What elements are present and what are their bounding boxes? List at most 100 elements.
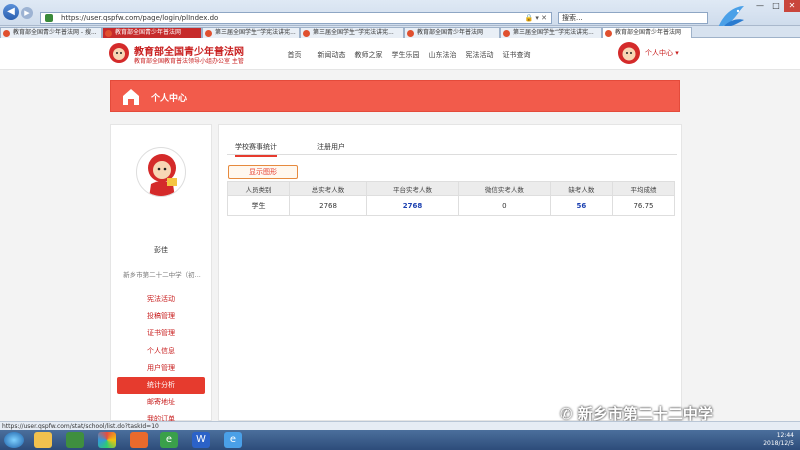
sidebar-item-users[interactable]: 用户管理 [111,360,211,377]
forward-arrow-icon[interactable]: ▶ [21,7,33,19]
tab-label: 第三届全国学生“学宪法讲宪... [313,29,394,36]
browser-tab[interactable]: 第三届全国学生“学宪法讲宪... [300,27,404,38]
sidebar-item-submissions[interactable]: 投稿管理 [111,308,211,325]
word-icon[interactable]: W [192,432,210,448]
refresh-icon[interactable]: 🔒 ▾ ✕ [524,13,547,23]
site-viewport: 教育部全国青少年普法网 教育部全国教育普法领导小组办公室 主管 首页 新闻动态 … [0,38,800,423]
stats-table: 人员类别 总实考人数 平台实考人数 微信实考人数 缺考人数 平均成绩 学生 27… [226,181,676,216]
browser-tab[interactable]: 第三届全国学生“学宪法讲宪... [202,27,300,38]
user-center-link[interactable]: 个人中心 ▾ [645,48,679,58]
show-chart-button[interactable]: 显示图形 [228,165,298,179]
clock-time: 12:44 [776,432,794,439]
tab-label: 教育部全国青少年普法网 [615,29,682,36]
favicon-icon [205,30,212,37]
media-player-icon[interactable] [66,432,84,448]
tab-label: 第三届全国学生“学宪法讲宪... [513,29,594,36]
favicon-icon [407,30,414,37]
nav-item-news[interactable]: 新闻动态 [313,50,350,60]
favicon-icon [3,30,10,37]
status-url: https://user.qspfw.com/stat/school/list.… [2,423,159,430]
column-header: 平台实考人数 [366,181,459,196]
table-cell: 0 [457,195,551,216]
tab-label: 教育部全国青少年普法网 - 搜... [13,29,97,36]
back-arrow-icon[interactable]: ◀ [3,4,19,20]
sidebar-menu: 宪法活动 投稿管理 证书管理 个人信息 用户管理 统计分析 邮寄地址 我的订单 [111,291,211,429]
tab-label: 教育部全国青少年普法网 [417,29,484,36]
browser-tab[interactable]: 教育部全国青少年普法网 - 搜... [0,27,102,38]
browser-360-icon[interactable] [98,432,116,448]
avatar [136,147,186,197]
browser-tab-bar: 教育部全国青少年普法网 - 搜... 教育部全国青少年普法网 第三届全国学生“学… [0,26,800,38]
app-icon[interactable] [130,432,148,448]
table-header-row: 人员类别 总实考人数 平台实考人数 微信实考人数 缺考人数 平均成绩 [226,181,676,196]
platform-count-link[interactable]: 2768 [366,195,459,216]
start-button-icon[interactable] [4,432,24,448]
browser-tab[interactable]: 教育部全国青少年普法网 [404,27,500,38]
favicon-icon [605,30,612,37]
table-cell: 2768 [289,195,368,216]
column-header: 微信实考人数 [457,181,551,196]
folder-icon[interactable] [34,432,52,448]
house-icon [123,89,139,105]
browser-tab[interactable]: 教育部全国青少年普法网 [102,27,202,38]
caret-down-icon: ▾ [675,49,679,57]
favicon-icon [503,30,510,37]
search-input[interactable]: 搜索... [558,12,708,24]
tab-school-competition-stats[interactable]: 学校赛事统计 [235,142,277,157]
column-header: 人员类别 [226,181,291,196]
address-input[interactable]: https://user.qspfw.com/page/login/plInde… [40,12,552,24]
nav-item-shandong[interactable]: 山东法治 [424,50,461,60]
table-cell: 学生 [226,195,291,216]
table-cell: 76.75 [611,195,676,216]
browser-tab-active[interactable]: 教育部全国青少年普法网 [602,27,692,38]
user-avatar-icon[interactable] [616,40,642,66]
user-center-label: 个人中心 [645,49,673,57]
sidebar-item-constitution-activity[interactable]: 宪法活动 [111,291,211,308]
browser-tab[interactable]: 第三届全国学生“学宪法讲宪... [500,27,602,38]
profile-sidebar: 彭佳 新乡市第二十二中学（初... 宪法活动 投稿管理 证书管理 个人信息 用户… [110,124,212,423]
column-header: 缺考人数 [549,181,613,196]
browser-status-bar: https://user.qspfw.com/stat/school/list.… [0,421,800,430]
profile-name: 彭佳 [154,246,168,254]
lock-icon [45,14,53,22]
nav-item-home[interactable]: 首页 [276,50,313,60]
table-row: 学生 2768 2768 0 56 76.75 [226,195,676,216]
system-clock[interactable]: 12:44 2018/12/5 [763,432,794,448]
profile-school: 新乡市第二十二中学（初... [123,271,201,279]
search-placeholder: 搜索... [562,14,583,22]
nav-item-students[interactable]: 学生乐园 [387,50,424,60]
close-icon[interactable]: ✕ [784,0,800,12]
absent-count-link[interactable]: 56 [549,195,613,216]
sidebar-item-statistics[interactable]: 统计分析 [117,376,205,395]
column-header: 平均成绩 [611,181,676,196]
clock-date: 2018/12/5 [763,440,794,447]
mascot-logo-icon[interactable] [108,42,130,64]
green-app-icon[interactable]: e [160,432,178,448]
minimize-icon[interactable]: — [752,0,768,12]
main-nav: 首页 新闻动态 教师之家 学生乐园 山东法治 宪法活动 证书查询 [276,50,535,60]
favicon-icon [303,30,310,37]
stats-tabs: 学校赛事统计 注册用户 [227,139,677,157]
nav-item-teachers[interactable]: 教师之家 [350,50,387,60]
column-header: 总实考人数 [289,181,368,196]
page-title: 个人中心 [151,94,188,104]
windows-taskbar: e W e 12:44 2018/12/5 [0,430,800,450]
site-header: 教育部全国青少年普法网 教育部全国教育普法领导小组办公室 主管 首页 新闻动态 … [0,38,800,70]
favicon-icon [105,30,112,37]
tab-label: 教育部全国青少年普法网 [115,29,182,36]
browser-address-bar: ◀ ▶ https://user.qspfw.com/page/login/pl… [0,0,800,28]
ie-icon[interactable]: e [224,432,242,448]
page-banner: 个人中心 [110,80,680,112]
mascot-avatar-icon [148,154,177,196]
tab-label: 第三届全国学生“学宪法讲宪... [215,29,296,36]
sidebar-item-certificates[interactable]: 证书管理 [111,325,211,342]
address-url: https://user.qspfw.com/page/login/plInde… [61,14,219,22]
site-subtitle: 教育部全国教育普法领导小组办公室 主管 [134,58,244,65]
statistics-panel: 学校赛事统计 注册用户 显示图形 人员类别 总实考人数 平台实考人数 微信实考人… [218,124,682,421]
maximize-icon[interactable]: □ [768,0,784,12]
nav-item-certificate[interactable]: 证书查询 [498,50,535,60]
sidebar-item-personal-info[interactable]: 个人信息 [111,343,211,360]
tab-registered-users[interactable]: 注册用户 [317,142,345,152]
nav-item-constitution[interactable]: 宪法活动 [461,50,498,60]
sidebar-item-mailing-address[interactable]: 邮寄地址 [111,394,211,411]
